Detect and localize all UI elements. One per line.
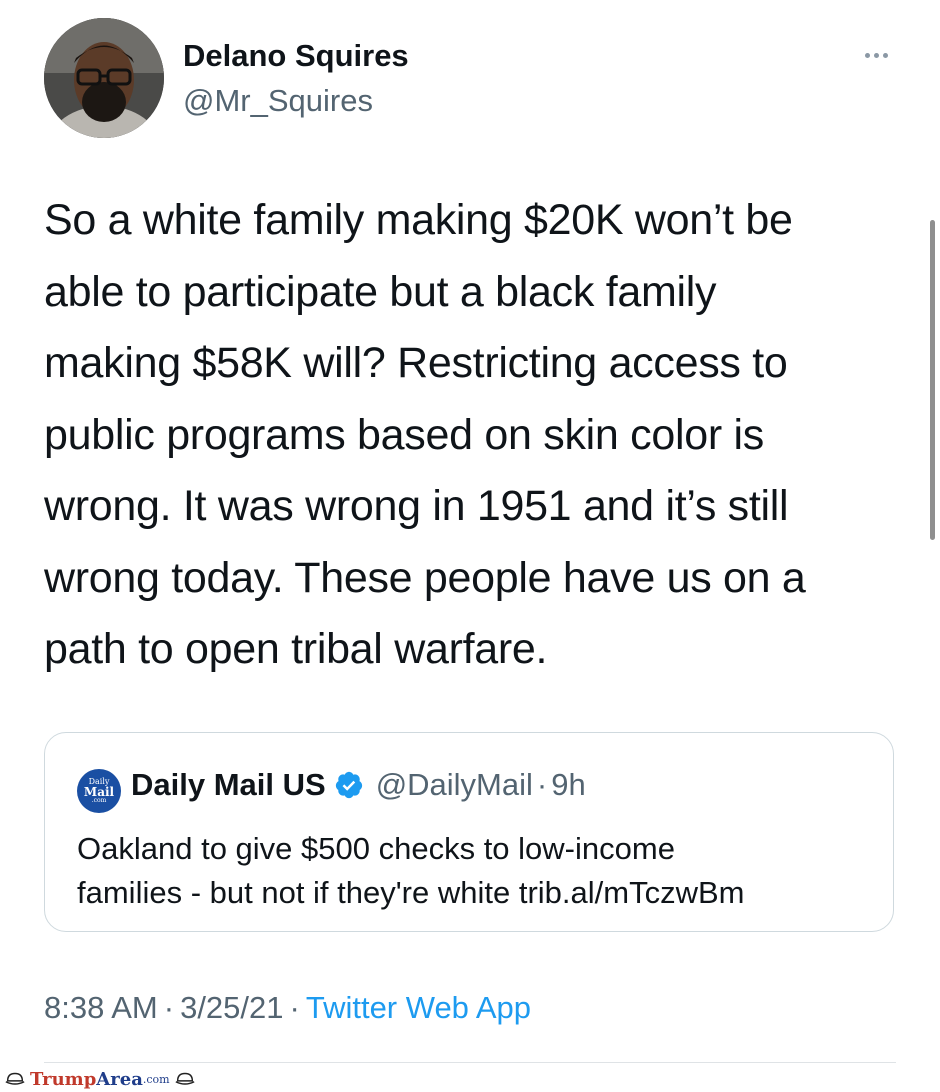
author-avatar[interactable]: [44, 18, 164, 138]
hat-icon: [175, 1072, 195, 1085]
tweet-timestamp: 8:38 AM · 3/25/21 · Twitter Web App: [44, 990, 531, 1026]
quoted-author-avatar[interactable]: Daily Mail .com: [77, 769, 121, 813]
quoted-author-handle[interactable]: @DailyMail: [376, 767, 533, 803]
separator: ·: [289, 990, 300, 1025]
quoted-tweet-header: Daily Mail US @DailyMail · 9h: [131, 765, 586, 805]
quoted-tweet-text: Oakland to give $500 checks to low-incom…: [77, 827, 877, 915]
tweet-date[interactable]: 3/25/21: [180, 990, 283, 1025]
watermark-text: .com: [142, 1072, 170, 1086]
author-photo: [44, 18, 164, 138]
quoted-tweet-card[interactable]: Daily Mail .com Daily Mail US @DailyMail…: [44, 732, 894, 932]
author-handle[interactable]: @Mr_Squires: [183, 83, 373, 119]
tweet-text-line: able to participate but a black family: [44, 267, 717, 316]
tweet-source-link[interactable]: Twitter Web App: [306, 990, 531, 1025]
quoted-text-line: Oakland to give $500 checks to low-incom…: [77, 831, 675, 866]
tweet-text: So a white family making $20K won’t be a…: [44, 185, 924, 686]
hat-icon: [5, 1072, 25, 1085]
avatar-text-line: .com: [91, 797, 107, 804]
separator: ·: [536, 767, 548, 802]
quoted-tweet-time[interactable]: 9h: [551, 767, 585, 803]
divider: [44, 1062, 896, 1063]
separator: ·: [163, 990, 175, 1025]
tweet-text-line: public programs based on skin color is: [44, 410, 764, 459]
quoted-author-name[interactable]: Daily Mail US: [131, 767, 326, 803]
more-options-icon[interactable]: [856, 40, 896, 70]
tweet-text-line: making $58K will? Restricting access to: [44, 339, 788, 387]
tweet-time[interactable]: 8:38 AM: [44, 990, 158, 1025]
tweet-text-line: wrong. It was wrong in 1951 and it’s sti…: [44, 482, 789, 530]
tweet-text-line: path to open tribal warfare.: [44, 625, 548, 673]
scrollbar[interactable]: [930, 220, 935, 540]
tweet-text-line: wrong today. These people have us on a: [44, 553, 806, 602]
quoted-text-line: families - but not if they're white trib…: [77, 875, 745, 910]
author-display-name[interactable]: Delano Squires: [183, 38, 409, 74]
tweet-text-line: So a white family making $20K won’t be: [44, 196, 793, 244]
verified-badge-icon: [335, 771, 362, 799]
watermark-text: Area: [96, 1068, 143, 1090]
watermark-text: Trump: [30, 1068, 97, 1090]
watermark: Trump Area .com: [4, 1067, 196, 1091]
